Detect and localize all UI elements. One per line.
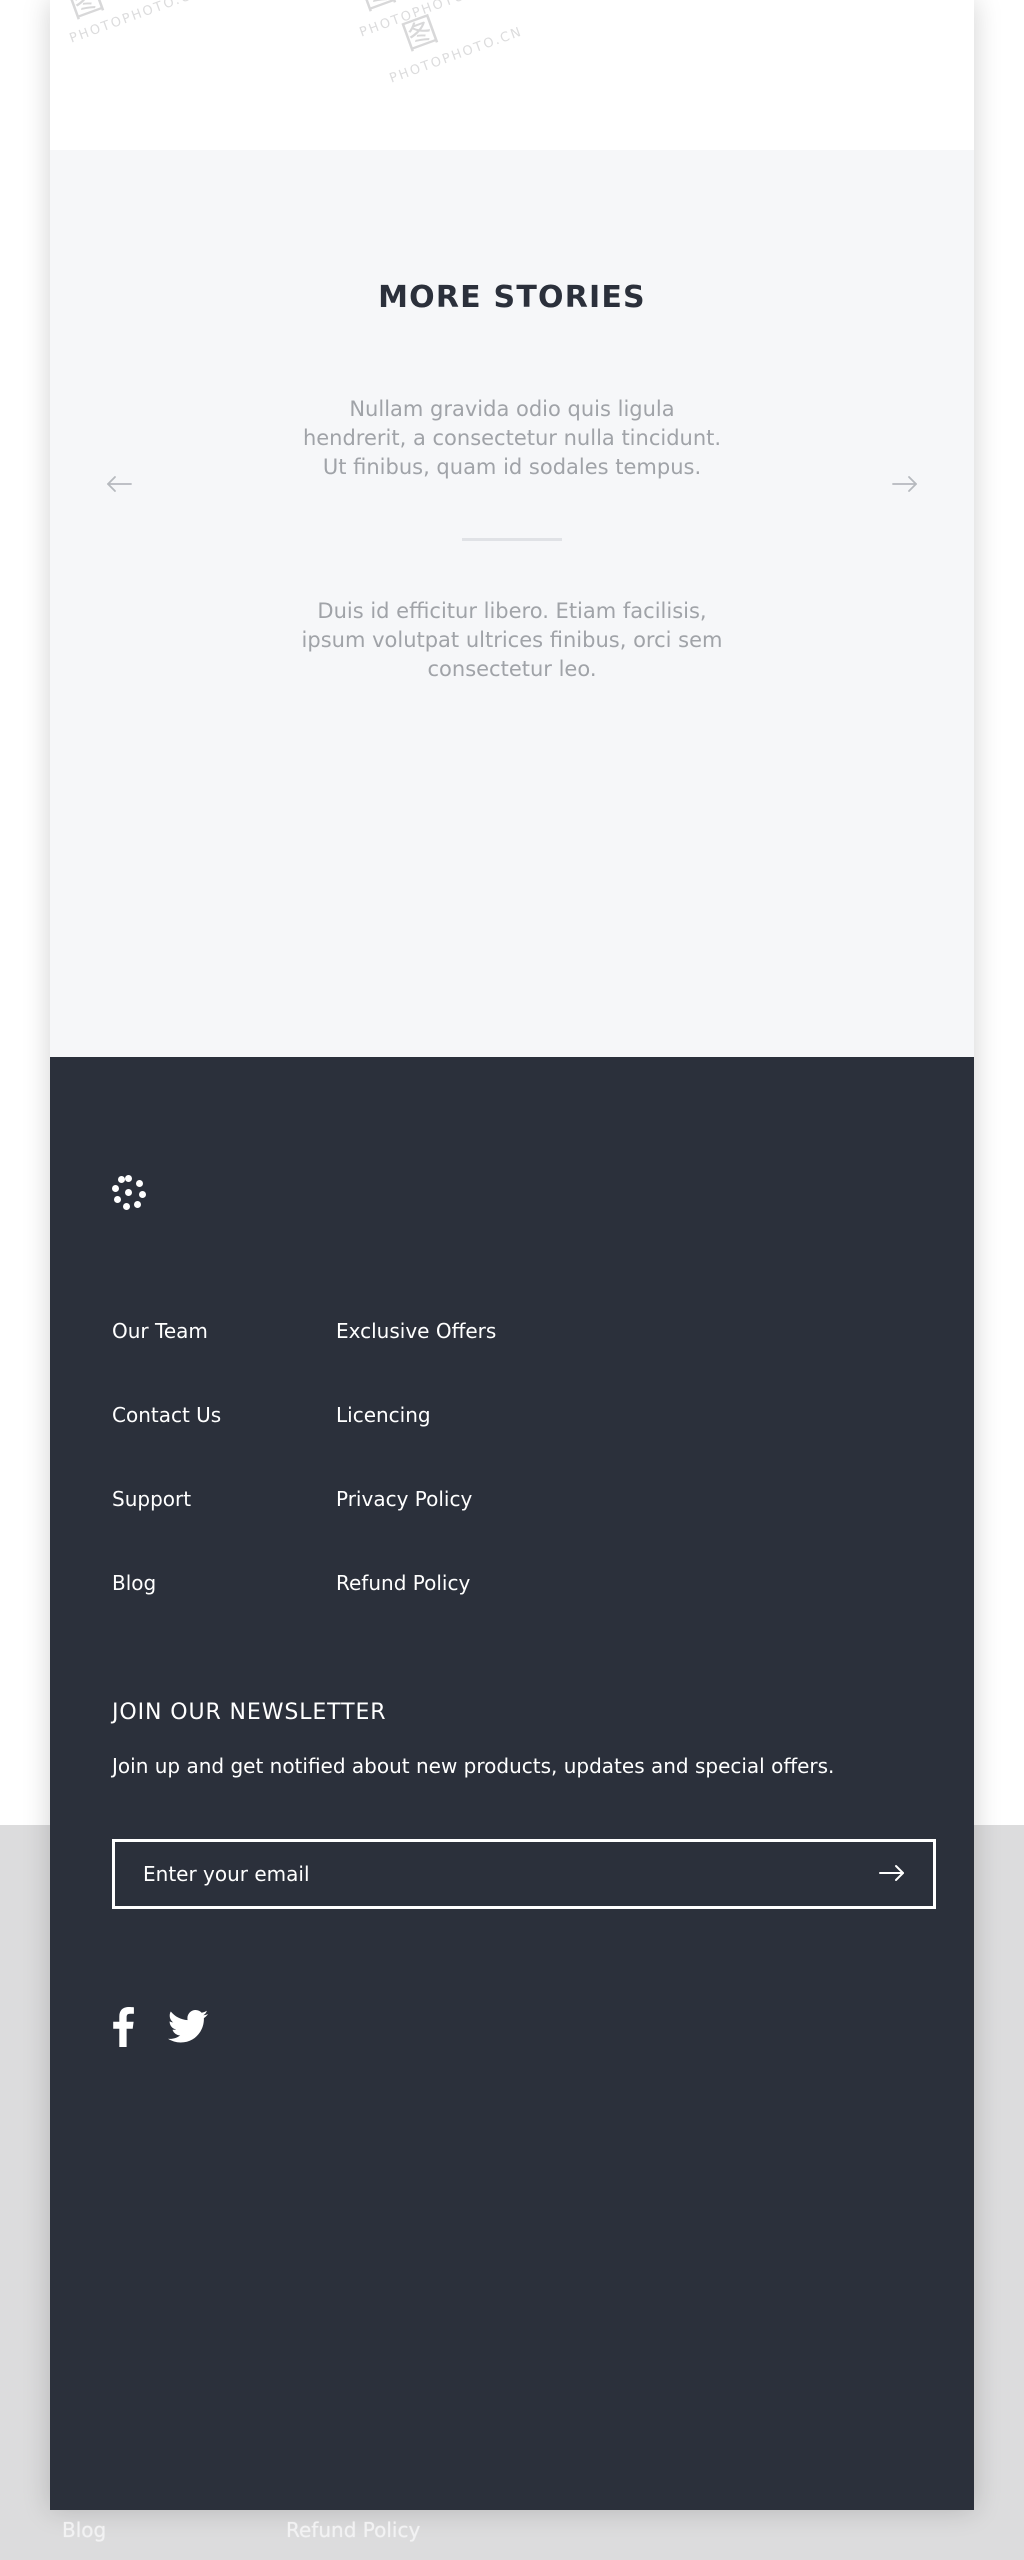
carousel-prev-button[interactable] (98, 463, 140, 505)
facebook-icon[interactable] (112, 2007, 134, 2051)
footer-link-blog[interactable]: Blog (112, 1571, 336, 1595)
ghost-footer-links: Blog Refund Policy (50, 2518, 974, 2542)
page-viewport-card: 图 PHOTOPHOTO.CN 图 PHOTOPHOTO.CN 图 PHOTOP… (50, 0, 974, 2510)
site-footer: Our Team Contact Us Support Blog Exclusi… (50, 1057, 974, 2510)
arrow-right-icon (892, 474, 918, 494)
testimonial-quote-1: Nullam gravida odio quis ligula hendreri… (302, 397, 722, 479)
newsletter-description: Join up and get notified about new produ… (112, 1754, 835, 1778)
footer-link-support[interactable]: Support (112, 1487, 336, 1511)
dot-grid-logo-icon[interactable] (112, 1175, 146, 1210)
newsletter-submit-button[interactable] (875, 1863, 909, 1886)
page-title: MORE STORIES (378, 280, 646, 315)
ghost-column-2: Refund Policy (274, 2518, 498, 2542)
footer-link-our-team[interactable]: Our Team (112, 1319, 336, 1343)
testimonial-quote-2: Duis id efficitur libero. Etiam facilisi… (301, 598, 723, 681)
footer-column-2: Exclusive Offers Licencing Privacy Polic… (336, 1319, 560, 1595)
quote-divider (462, 537, 562, 541)
footer-link-columns: Our Team Contact Us Support Blog Exclusi… (112, 1319, 912, 1595)
newsletter-section: JOIN OUR NEWSLETTER Join up and get noti… (112, 1700, 936, 1909)
newsletter-title: JOIN OUR NEWSLETTER (112, 1700, 387, 1725)
hero-bottom-strip: 图 PHOTOPHOTO.CN 图 PHOTOPHOTO.CN 图 PHOTOP… (50, 0, 974, 150)
footer-link-privacy-policy[interactable]: Privacy Policy (336, 1487, 560, 1511)
footer-link-contact-us[interactable]: Contact Us (112, 1403, 336, 1427)
footer-link-exclusive-offers[interactable]: Exclusive Offers (336, 1319, 560, 1343)
ghost-link-refund-policy: Refund Policy (286, 2518, 421, 2542)
ghost-column-1: Blog (50, 2518, 274, 2542)
footer-link-licencing[interactable]: Licencing (336, 1403, 560, 1427)
more-stories-section: MORE STORIES Nullam gravida odio quis li… (50, 150, 974, 1057)
twitter-icon[interactable] (168, 2010, 208, 2048)
footer-column-1: Our Team Contact Us Support Blog (112, 1319, 336, 1595)
newsletter-form (112, 1839, 936, 1909)
footer-link-refund-policy[interactable]: Refund Policy (336, 1571, 560, 1595)
email-field[interactable] (143, 1862, 875, 1886)
social-links (112, 2007, 912, 2051)
testimonial-carousel: Nullam gravida odio quis ligula hendreri… (50, 395, 974, 684)
carousel-next-button[interactable] (884, 463, 926, 505)
arrow-left-icon (106, 474, 132, 494)
ghost-link-blog: Blog (62, 2518, 107, 2542)
arrow-right-icon (879, 1863, 905, 1886)
